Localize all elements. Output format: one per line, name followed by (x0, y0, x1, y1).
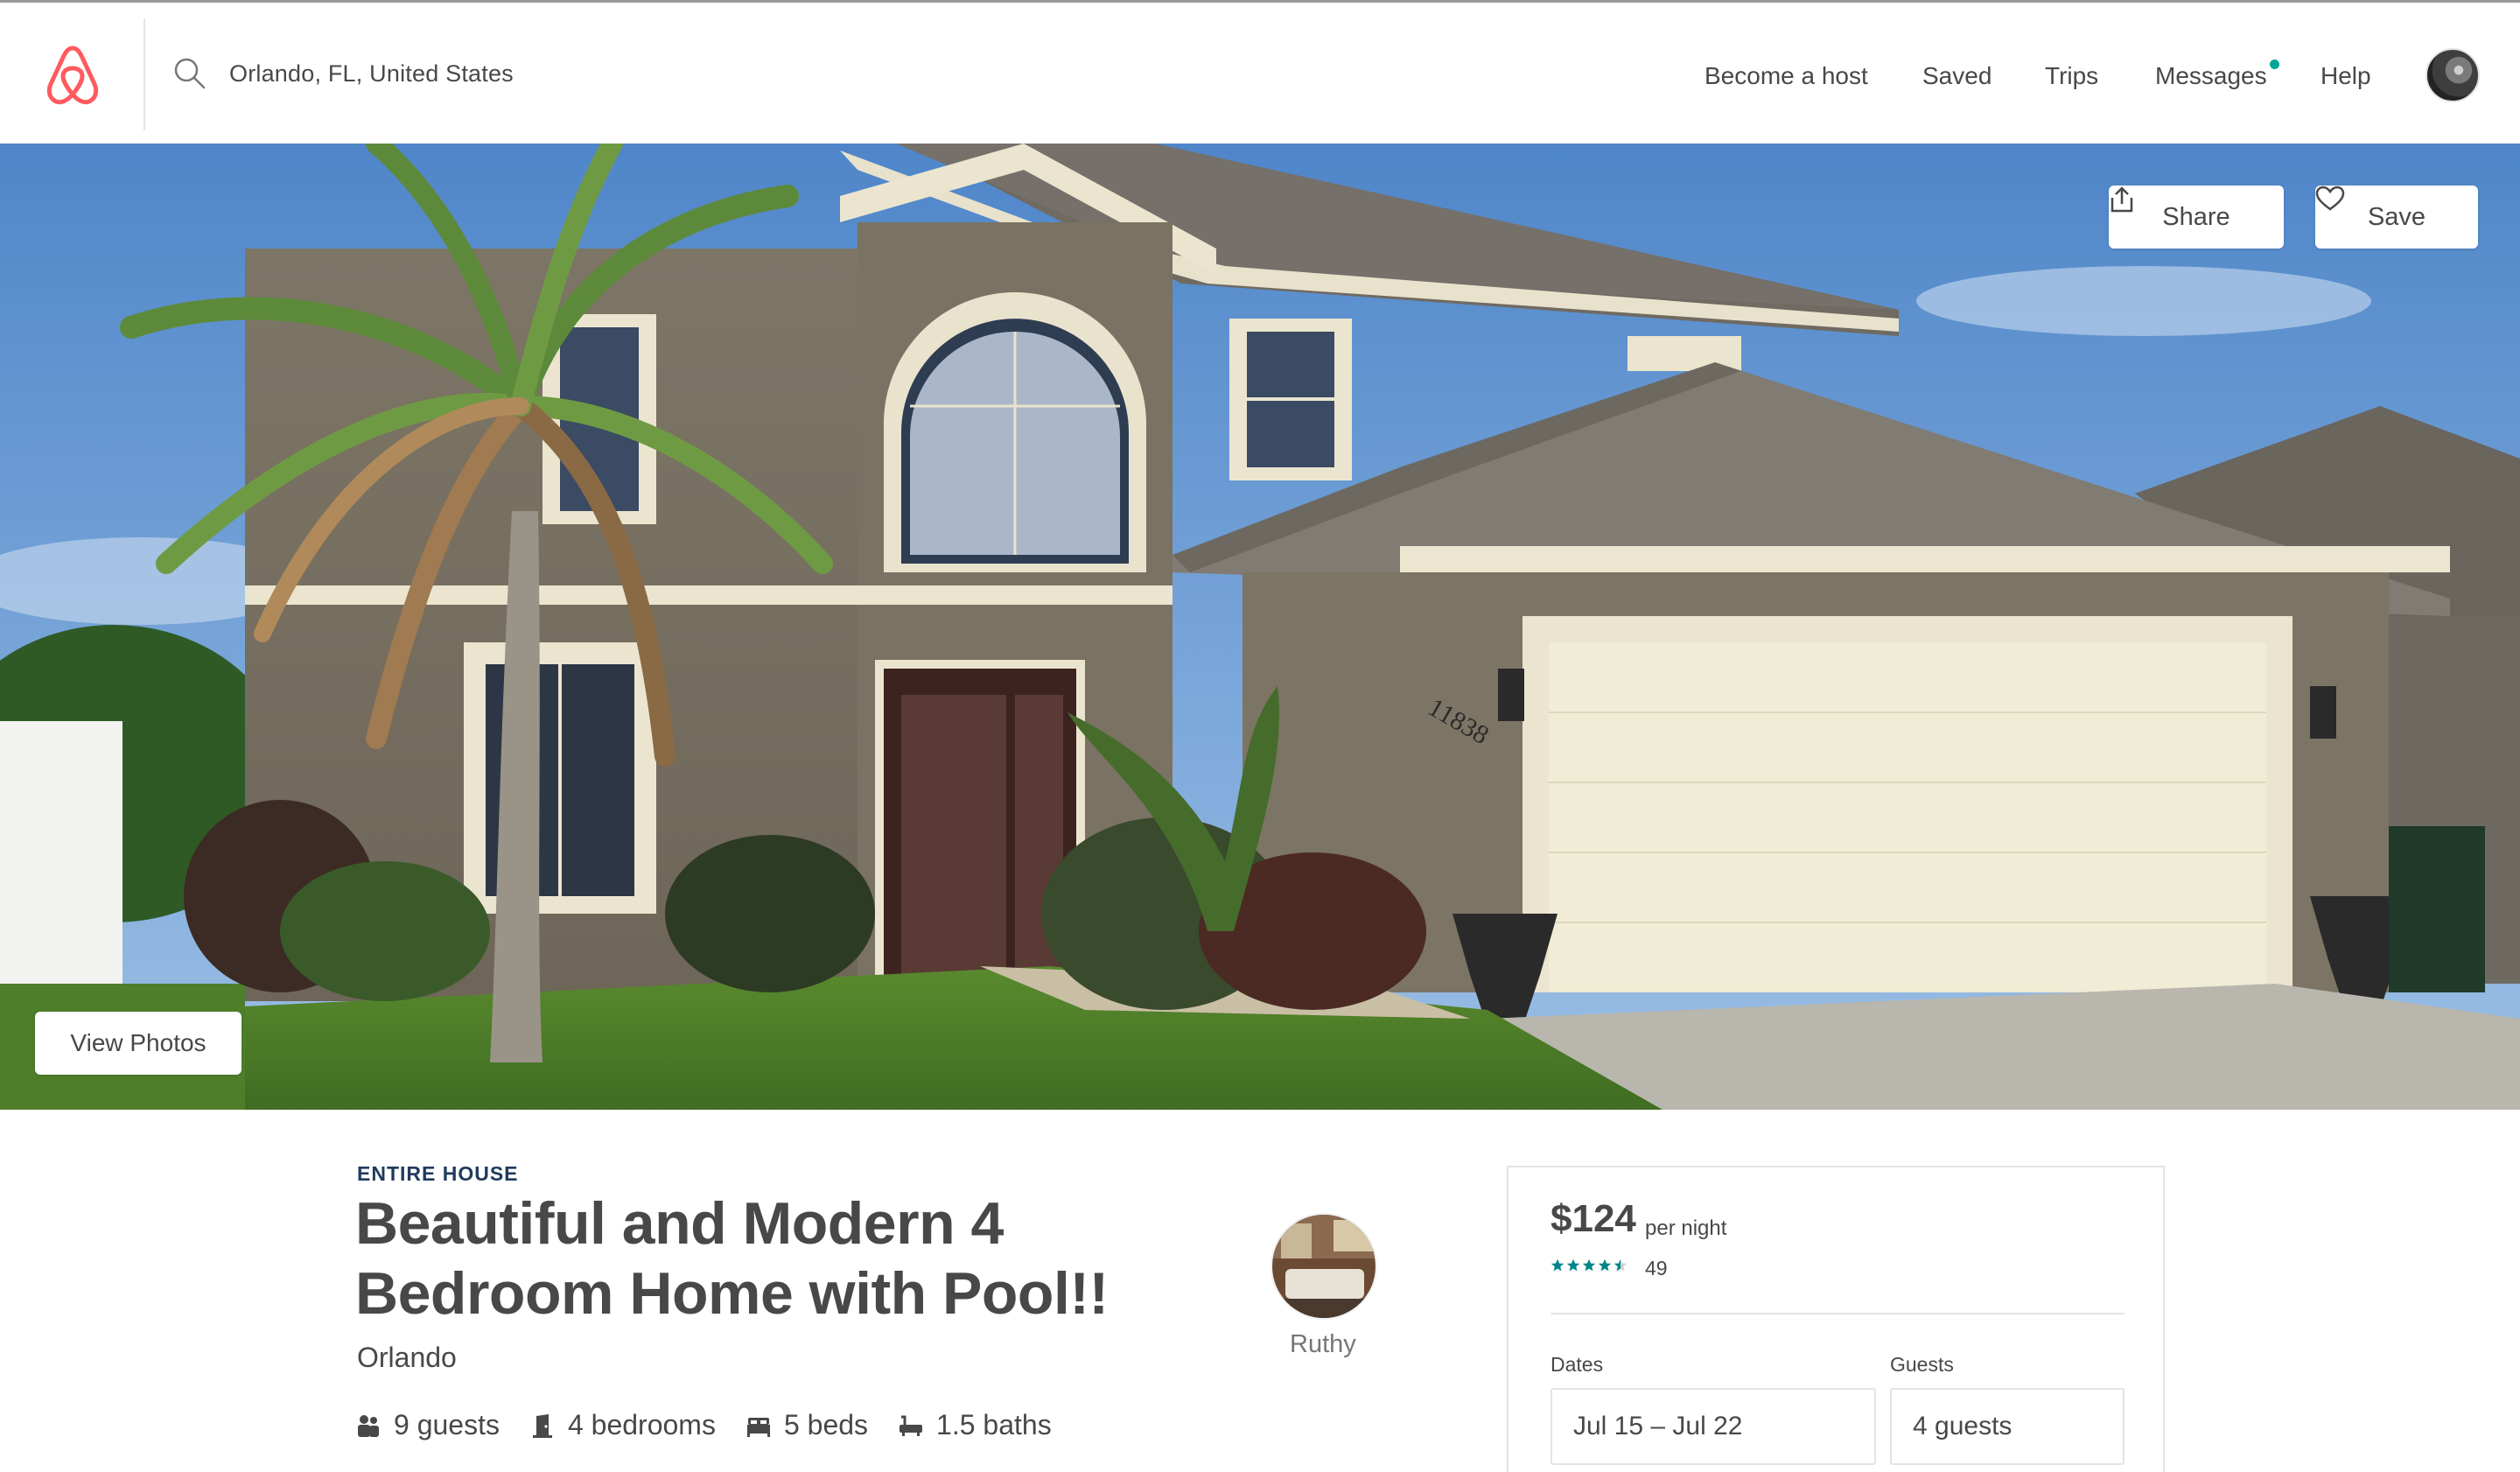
view-photos-button[interactable]: View Photos (35, 1012, 242, 1075)
messages-unread-dot (2270, 60, 2279, 69)
amenity-baths-label: 1.5 baths (936, 1409, 1052, 1440)
site-header: Orlando, FL, United States Become a host… (0, 3, 2520, 144)
bath-icon (900, 1415, 923, 1436)
search-icon (174, 58, 206, 89)
guests-icon (358, 1414, 379, 1437)
search-input[interactable]: Orlando, FL, United States (229, 60, 514, 88)
dates-picker[interactable]: Jul 15 – Jul 22 (1550, 1388, 1876, 1465)
star-icon (1566, 1258, 1580, 1272)
share-icon (2110, 186, 2133, 213)
star-icon (1598, 1258, 1612, 1272)
bed-icon (746, 1417, 770, 1437)
dates-label: Dates (1550, 1353, 1604, 1376)
amenity-beds: 5 beds (746, 1409, 868, 1441)
nav-help[interactable]: Help (2320, 62, 2371, 90)
listing-type-label: ENTIRE HOUSE (357, 1162, 519, 1185)
per-night-label: per night (1645, 1216, 1727, 1240)
star-icon (1582, 1258, 1596, 1272)
save-button[interactable]: Save (2315, 186, 2478, 249)
amenities-row: 9 guests 4 bedrooms 5 beds 1.5 baths (355, 1409, 1082, 1441)
amenity-bedrooms: 4 bedrooms (529, 1409, 716, 1441)
host-name[interactable]: Ruthy (1290, 1330, 1356, 1359)
airbnb-logo-icon[interactable] (44, 45, 102, 106)
guests-picker[interactable]: 4 guests (1890, 1388, 2124, 1465)
amenity-baths: 1.5 baths (898, 1409, 1052, 1441)
listing-title-line-1: Beautiful and Modern 4 (355, 1190, 1004, 1257)
amenity-guests: 9 guests (355, 1409, 500, 1441)
nightly-price: $124 (1550, 1197, 1636, 1240)
save-label: Save (2367, 202, 2426, 231)
nav-become-host[interactable]: Become a host (1704, 62, 1868, 90)
user-avatar[interactable] (2426, 48, 2480, 102)
share-button[interactable]: Share (2109, 186, 2284, 249)
star-icon (1550, 1258, 1564, 1272)
card-divider (1550, 1313, 2124, 1314)
listing-hero-photo[interactable]: 11838 Share Save View Photos (0, 144, 2520, 1110)
rating-stars[interactable] (1550, 1258, 1628, 1272)
heart-icon (2315, 186, 2345, 211)
listing-title: Beautiful and Modern 4 Bedroom Home with… (355, 1188, 1143, 1328)
amenity-guests-label: 9 guests (394, 1409, 500, 1440)
guests-label: Guests (1890, 1353, 1954, 1376)
star-half-icon (1614, 1258, 1628, 1272)
booking-card: $124 per night 49 Dates Jul 15 – Jul 22 … (1507, 1166, 2165, 1472)
header-divider (144, 18, 145, 130)
review-count[interactable]: 49 (1645, 1257, 1668, 1280)
listing-title-line-2: Bedroom Home with Pool!! (355, 1260, 1109, 1327)
host-avatar[interactable] (1270, 1213, 1377, 1320)
bedroom-icon (532, 1413, 552, 1438)
nav-saved[interactable]: Saved (1922, 62, 1992, 90)
nav-messages[interactable]: Messages (2155, 62, 2267, 90)
house-photo: 11838 (0, 144, 2520, 1110)
host-photo (1272, 1215, 1376, 1318)
amenity-bedrooms-label: 4 bedrooms (567, 1409, 716, 1440)
share-label: Share (2162, 202, 2230, 231)
nav-trips[interactable]: Trips (2045, 62, 2098, 90)
amenity-beds-label: 5 beds (783, 1409, 869, 1440)
listing-city[interactable]: Orlando (357, 1342, 457, 1374)
